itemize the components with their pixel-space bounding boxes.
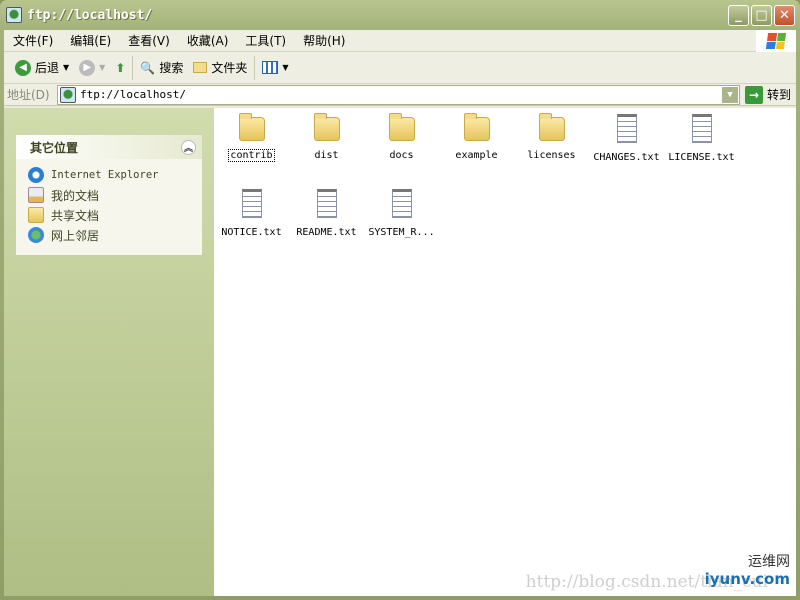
file-name: example <box>455 150 498 161</box>
forward-arrow-icon: ▶ <box>79 59 96 76</box>
task-pane: 其它位置 ︽ Internet Explorer 我的文档 共享文档 网上邻居 <box>4 108 214 596</box>
dropdown-icon: ▼ <box>282 63 289 72</box>
folder-item[interactable]: dist <box>289 113 364 177</box>
maximize-button[interactable]: □ <box>751 5 772 26</box>
ftp-icon <box>60 86 76 103</box>
toolbar: ◀ 后退 ▼ ▶ ▼ ⬆ 🔍 搜索 文件夹 ▼ <box>4 52 796 84</box>
text-file-icon <box>241 189 262 218</box>
folders-label: 文件夹 <box>211 61 248 75</box>
back-arrow-icon: ◀ <box>15 59 31 76</box>
folder-item[interactable]: example <box>439 113 514 177</box>
address-dropdown-icon[interactable]: ▼ <box>722 86 738 103</box>
search-button[interactable]: 🔍 搜索 <box>135 59 188 76</box>
window-title: ftp://localhost/ <box>27 7 153 23</box>
folder-item[interactable]: docs <box>364 113 439 177</box>
file-item[interactable]: README.txt <box>289 189 364 252</box>
folder-icon <box>538 113 565 141</box>
text-file-icon <box>616 114 637 143</box>
menu-view[interactable]: 查看(V) <box>119 32 178 49</box>
dropdown-icon[interactable]: ▼ <box>99 63 105 72</box>
menu-bar: 文件(F) 编辑(E) 查看(V) 收藏(A) 工具(T) 帮助(H) <box>4 30 796 52</box>
file-name: SYSTEM_R... <box>368 227 435 238</box>
internet-explorer-icon <box>28 167 44 183</box>
address-label: 地址(D) <box>7 88 50 102</box>
explorer-window: ftp://localhost/ _ □ ✕ 文件(F) 编辑(E) 查看(V)… <box>0 0 800 600</box>
my-documents-icon <box>28 187 44 203</box>
folder-icon <box>193 62 208 73</box>
text-file-icon <box>691 114 712 143</box>
dropdown-icon[interactable]: ▼ <box>63 63 69 72</box>
folder-icon <box>238 113 265 141</box>
file-name: contrib <box>228 149 275 162</box>
panel-header[interactable]: 其它位置 ︽ <box>16 135 202 159</box>
menu-edit[interactable]: 编辑(E) <box>61 32 119 49</box>
folder-item[interactable]: licenses <box>514 113 589 177</box>
place-network[interactable]: 网上邻居 <box>28 225 202 245</box>
address-bar: 地址(D) ftp://localhost/ ▼ → 转到 <box>4 84 796 106</box>
file-item[interactable]: CHANGES.txt <box>589 114 664 177</box>
back-button[interactable]: ◀ 后退 ▼ <box>10 59 74 76</box>
go-arrow-icon: → <box>745 85 763 104</box>
place-shared-documents[interactable]: 共享文档 <box>28 205 202 225</box>
place-internet-explorer[interactable]: Internet Explorer <box>28 165 202 185</box>
file-item[interactable]: SYSTEM_R... <box>364 189 439 252</box>
minimize-button[interactable]: _ <box>728 5 749 26</box>
menu-tools[interactable]: 工具(T) <box>236 32 294 49</box>
menu-help[interactable]: 帮助(H) <box>294 32 353 49</box>
views-icon <box>262 61 279 74</box>
logo-cn: 运维网 <box>748 554 790 570</box>
other-places-panel: 其它位置 ︽ Internet Explorer 我的文档 共享文档 网上邻居 <box>16 135 202 255</box>
folders-button[interactable]: 文件夹 <box>188 59 252 76</box>
file-name: CHANGES.txt <box>593 152 660 163</box>
folder-icon <box>388 113 415 141</box>
file-name: docs <box>389 150 414 161</box>
shared-folder-icon <box>28 207 44 223</box>
file-name: licenses <box>527 150 576 161</box>
text-file-icon <box>316 189 337 218</box>
folder-icon <box>463 113 490 141</box>
windows-logo <box>756 30 796 52</box>
place-label: 共享文档 <box>51 208 100 223</box>
folder-item[interactable]: contrib <box>214 113 289 177</box>
text-file-icon <box>391 189 412 218</box>
ftp-icon <box>6 7 22 23</box>
logo-en: iyunv.com <box>704 570 790 588</box>
file-list: contrib dist docs example licenses CHANGES.tx… <box>214 108 796 596</box>
address-input[interactable]: ftp://localhost/ ▼ <box>57 84 740 105</box>
file-item[interactable]: NOTICE.txt <box>214 189 289 252</box>
place-label: 网上邻居 <box>51 228 100 243</box>
go-label: 转到 <box>767 88 792 102</box>
go-button[interactable]: → 转到 <box>745 85 792 104</box>
file-item[interactable]: LICENSE.txt <box>664 114 739 177</box>
place-label: 我的文档 <box>51 188 100 203</box>
views-button[interactable]: ▼ <box>257 61 293 74</box>
file-name: LICENSE.txt <box>668 152 735 163</box>
collapse-chevron-icon[interactable]: ︽ <box>181 139 196 155</box>
close-button[interactable]: ✕ <box>774 5 795 26</box>
place-label: Internet Explorer <box>51 169 159 181</box>
address-value: ftp://localhost/ <box>80 88 186 101</box>
file-name: NOTICE.txt <box>221 227 282 238</box>
search-label: 搜索 <box>159 61 184 75</box>
folder-icon <box>313 113 340 141</box>
back-label: 后退 <box>35 61 60 75</box>
divider <box>254 55 256 80</box>
title-bar[interactable]: ftp://localhost/ _ □ ✕ <box>0 0 800 30</box>
up-folder-icon: ⬆ <box>115 60 126 75</box>
panel-title: 其它位置 <box>30 140 79 155</box>
file-name: dist <box>314 150 339 161</box>
network-icon <box>28 227 44 243</box>
up-folder-button[interactable]: ⬆ <box>110 61 130 75</box>
place-my-documents[interactable]: 我的文档 <box>28 185 202 205</box>
menu-file[interactable]: 文件(F) <box>4 32 61 49</box>
menu-favorites[interactable]: 收藏(A) <box>178 32 237 49</box>
divider <box>132 55 134 80</box>
forward-button[interactable]: ▶ ▼ <box>74 59 110 76</box>
watermark-logo: 运维网 iyunv.com <box>705 554 790 588</box>
search-icon: 🔍 <box>140 60 156 75</box>
file-name: README.txt <box>296 227 357 238</box>
